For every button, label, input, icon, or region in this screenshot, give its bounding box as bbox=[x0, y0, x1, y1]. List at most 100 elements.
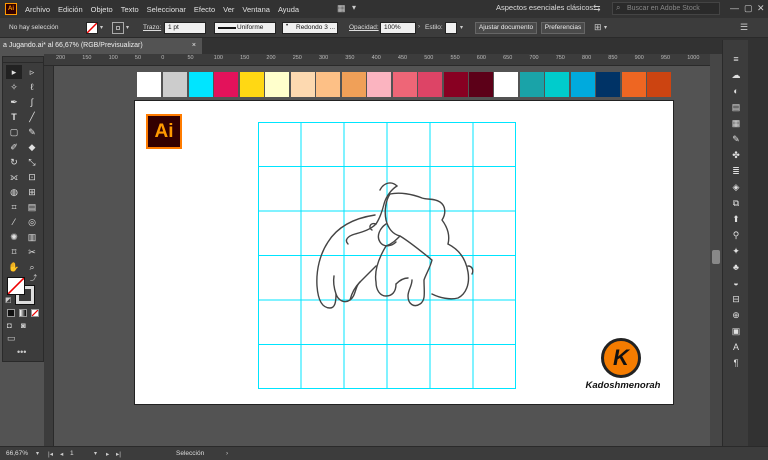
rotate-tool-icon[interactable]: ↻ bbox=[6, 155, 22, 169]
opacity-arrow-icon[interactable]: › bbox=[418, 24, 420, 30]
eraser-tool-icon[interactable]: ◆ bbox=[24, 140, 40, 154]
shaper-tool-icon[interactable]: ✐ bbox=[6, 140, 22, 154]
scrollbar-thumb[interactable] bbox=[712, 250, 720, 264]
swatch[interactable] bbox=[137, 72, 161, 97]
edit-toolbar-icon[interactable]: ••• bbox=[17, 347, 26, 357]
document-tab[interactable]: a Jugando.ai* al 66,67% (RGB/Previsualiz… bbox=[0, 38, 202, 54]
adjust-document-button[interactable]: Ajustar documento bbox=[475, 22, 537, 34]
symbols-panel-icon[interactable]: ✤ bbox=[729, 148, 743, 162]
transform-panel-icon[interactable]: ▣ bbox=[729, 324, 743, 338]
preferences-button[interactable]: Preferencias bbox=[541, 22, 585, 34]
close-window-icon[interactable]: ✕ bbox=[757, 3, 765, 14]
swatch[interactable] bbox=[393, 72, 417, 97]
stroke-dropdown-icon[interactable]: ▾ bbox=[126, 24, 129, 31]
swatch[interactable] bbox=[316, 72, 340, 97]
swatch[interactable] bbox=[469, 72, 493, 97]
swatch[interactable] bbox=[647, 72, 671, 97]
menu-ventana[interactable]: Ventana bbox=[242, 5, 270, 14]
transparency-panel-icon[interactable]: ◒ bbox=[729, 276, 743, 290]
style-dropdown-icon[interactable]: ▾ bbox=[460, 24, 463, 31]
free-transform-tool-icon[interactable]: ⊡ bbox=[24, 170, 40, 184]
swatch[interactable] bbox=[265, 72, 289, 97]
menu-edicion[interactable]: Edición bbox=[58, 5, 83, 14]
artboard-tool-icon[interactable]: ⌑ bbox=[6, 245, 22, 259]
minimize-icon[interactable]: — bbox=[730, 3, 739, 13]
swatch[interactable] bbox=[291, 72, 315, 97]
opacity-label[interactable]: Opacidad: bbox=[349, 24, 379, 31]
toolbar-grip[interactable] bbox=[3, 57, 43, 63]
screen-mode-icon[interactable]: ▭ bbox=[7, 333, 16, 344]
curvature-tool-icon[interactable]: ∫ bbox=[24, 95, 40, 109]
previous-artboard-icon[interactable]: ◂ bbox=[60, 450, 63, 458]
rectangle-tool-icon[interactable]: ▢ bbox=[6, 125, 22, 139]
color-panel-icon[interactable]: ◐ bbox=[729, 84, 743, 98]
swatches-panel-icon[interactable]: ▦ bbox=[729, 116, 743, 130]
asset-export-panel-icon[interactable]: ⬆ bbox=[729, 212, 743, 226]
properties-panel-icon[interactable]: ≡ bbox=[729, 52, 743, 66]
paragraph-panel-icon[interactable]: ¶ bbox=[729, 356, 743, 370]
swatch[interactable] bbox=[596, 72, 620, 97]
menu-seleccionar[interactable]: Seleccionar bbox=[147, 5, 186, 14]
align-panel-icon[interactable]: ⊟ bbox=[729, 292, 743, 306]
swatch[interactable] bbox=[342, 72, 366, 97]
none-mode-icon[interactable] bbox=[31, 309, 39, 317]
layout-grid-icon[interactable]: ▦ bbox=[337, 3, 346, 14]
shape-builder-tool-icon[interactable]: ◍ bbox=[6, 185, 22, 199]
swatch[interactable] bbox=[189, 72, 213, 97]
swatch[interactable] bbox=[571, 72, 595, 97]
gradient-mode-icon[interactable] bbox=[19, 309, 27, 317]
menu-objeto[interactable]: Objeto bbox=[91, 5, 113, 14]
control-panel-menu-icon[interactable]: ☰ bbox=[740, 22, 748, 33]
links-panel-icon[interactable]: ⚲ bbox=[729, 228, 743, 242]
zoom-level[interactable]: 66,67% bbox=[6, 450, 28, 457]
menu-archivo[interactable]: Archivo bbox=[25, 5, 50, 14]
type-tool-icon[interactable]: T bbox=[6, 110, 22, 124]
stroke-swatch[interactable] bbox=[112, 22, 124, 34]
swatch[interactable] bbox=[214, 72, 238, 97]
swap-fill-stroke-icon[interactable]: ⤴ bbox=[30, 273, 37, 283]
swatch[interactable] bbox=[418, 72, 442, 97]
libraries-panel-icon[interactable]: ☁ bbox=[729, 68, 743, 82]
arrange-dropdown-icon[interactable]: ▾ bbox=[352, 3, 356, 12]
mesh-tool-icon[interactable]: ⌗ bbox=[6, 200, 22, 214]
gradient-tool-icon[interactable]: ▤ bbox=[24, 200, 40, 214]
first-artboard-icon[interactable]: |◂ bbox=[48, 450, 53, 458]
zoom-tool-icon[interactable]: ⌕ bbox=[24, 260, 40, 274]
zoom-dropdown-icon[interactable]: ▾ bbox=[36, 450, 39, 457]
status-menu-arrow-icon[interactable]: › bbox=[226, 450, 228, 457]
layers-panel-icon[interactable]: ◈ bbox=[729, 180, 743, 194]
magic-wand-tool-icon[interactable]: ✧ bbox=[6, 80, 22, 94]
last-artboard-icon[interactable]: ▸| bbox=[116, 450, 121, 458]
swatch[interactable] bbox=[520, 72, 544, 97]
close-tab-icon[interactable]: × bbox=[192, 38, 196, 54]
menu-texto[interactable]: Texto bbox=[121, 5, 139, 14]
brush-select[interactable]: Redondo 3 ... bbox=[282, 22, 338, 34]
default-colors-icon[interactable]: ◩ bbox=[5, 296, 12, 304]
column-graph-tool-icon[interactable]: ▥ bbox=[24, 230, 40, 244]
fill-color-box[interactable] bbox=[7, 277, 25, 295]
eyedropper-tool-icon[interactable]: ⁄ bbox=[6, 215, 22, 229]
menu-ayuda[interactable]: Ayuda bbox=[278, 5, 299, 14]
character-panel-icon[interactable]: A bbox=[729, 340, 743, 354]
lasso-tool-icon[interactable]: ℓ bbox=[24, 80, 40, 94]
document-setup-icon[interactable]: ⊞ bbox=[594, 22, 602, 33]
appearance-panel-icon[interactable]: ✦ bbox=[729, 244, 743, 258]
swatch[interactable] bbox=[240, 72, 264, 97]
color-mode-icon[interactable] bbox=[7, 309, 15, 317]
brushes-panel-icon[interactable]: ✎ bbox=[729, 132, 743, 146]
vertical-scrollbar[interactable] bbox=[710, 54, 722, 446]
draw-behind-icon[interactable]: ◙ bbox=[21, 321, 26, 330]
width-tool-icon[interactable]: ⟗ bbox=[6, 170, 22, 184]
document-setup-dropdown-icon[interactable]: ▾ bbox=[604, 24, 607, 31]
bears-line-drawing[interactable] bbox=[300, 170, 490, 330]
artboards-panel-icon[interactable]: ⧉ bbox=[729, 196, 743, 210]
next-artboard-icon[interactable]: ▸ bbox=[106, 450, 109, 458]
pen-tool-icon[interactable]: ✒ bbox=[6, 95, 22, 109]
pathfinder-panel-icon[interactable]: ⊕ bbox=[729, 308, 743, 322]
blend-tool-icon[interactable]: ◎ bbox=[24, 215, 40, 229]
style-swatch[interactable] bbox=[445, 22, 457, 34]
hand-tool-icon[interactable]: ✋ bbox=[6, 260, 22, 274]
paintbrush-tool-icon[interactable]: ✎ bbox=[24, 125, 40, 139]
current-tool-status[interactable]: Selección bbox=[176, 450, 204, 457]
swatch[interactable] bbox=[545, 72, 569, 97]
